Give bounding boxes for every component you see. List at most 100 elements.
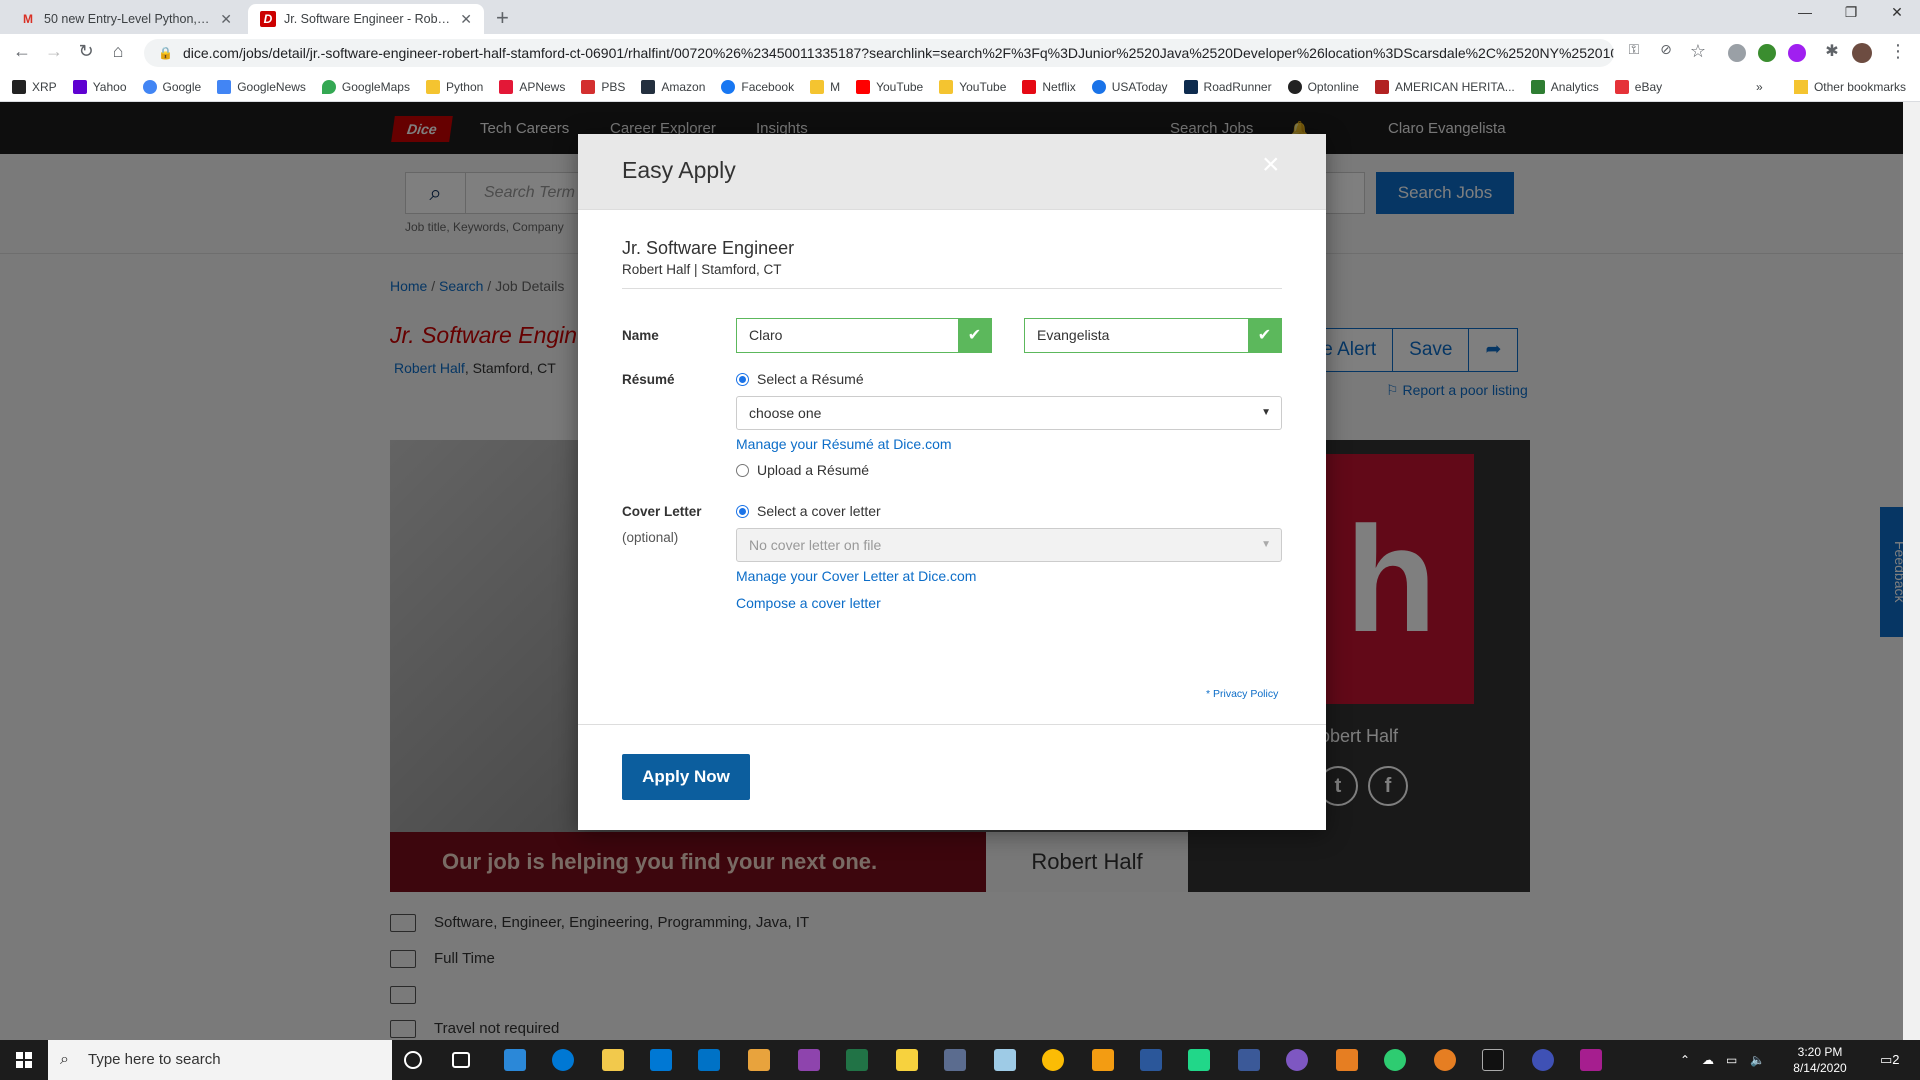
tray-chevron-icon[interactable]: ⌃ bbox=[1680, 1040, 1690, 1080]
resume-dropdown[interactable]: choose one ▼ bbox=[736, 396, 1282, 430]
select-cover-letter-radio[interactable]: Select a cover letter bbox=[736, 503, 881, 519]
bookmark-item[interactable]: Optonline bbox=[1287, 79, 1359, 94]
page-scrollbar[interactable] bbox=[1903, 102, 1920, 1040]
tracking-icon[interactable]: ⊘ bbox=[1654, 41, 1678, 58]
bookmark-item[interactable]: USAToday bbox=[1091, 79, 1168, 94]
tab-label: 50 new Entry-Level Python, HTML bbox=[44, 12, 212, 26]
notifications-icon[interactable]: ▭2 bbox=[1880, 1040, 1900, 1080]
bookmark-item[interactable]: Netflix bbox=[1022, 79, 1076, 94]
cloud-icon[interactable]: ☁ bbox=[1702, 1040, 1714, 1080]
tab-dice-job[interactable]: D Jr. Software Engineer - Robert Ha ✕ bbox=[248, 4, 484, 34]
back-icon[interactable]: ← bbox=[10, 41, 34, 62]
home-icon[interactable]: ⌂ bbox=[106, 41, 130, 62]
bookmark-item[interactable]: AMERICAN HERITA... bbox=[1374, 79, 1515, 94]
mail-icon[interactable] bbox=[698, 1049, 720, 1071]
close-window-button[interactable]: ✕ bbox=[1874, 4, 1920, 21]
pycharm-icon[interactable] bbox=[1188, 1049, 1210, 1071]
bookmark-item[interactable]: Python bbox=[425, 79, 483, 94]
bookmark-icon bbox=[581, 79, 596, 94]
apply-now-button[interactable]: Apply Now bbox=[622, 754, 750, 800]
forward-icon[interactable]: → bbox=[42, 41, 66, 62]
app-icon[interactable] bbox=[504, 1049, 526, 1071]
bookmark-item[interactable]: PBS bbox=[581, 79, 625, 94]
bookmark-item[interactable]: GoogleNews bbox=[217, 79, 306, 94]
cover-letter-dropdown[interactable]: No cover letter on file ▼ bbox=[736, 528, 1282, 562]
bookmark-item[interactable]: Yahoo bbox=[72, 79, 127, 94]
key-icon[interactable]: ⚿ bbox=[1622, 41, 1646, 58]
bookmark-icon bbox=[12, 79, 26, 94]
file-explorer-icon[interactable] bbox=[602, 1049, 624, 1071]
bookmark-item[interactable]: APNews bbox=[499, 79, 565, 94]
close-tab-icon[interactable]: ✕ bbox=[220, 11, 232, 28]
app-icon[interactable] bbox=[1434, 1049, 1456, 1071]
terminal-icon[interactable] bbox=[1482, 1049, 1504, 1071]
last-name-field[interactable]: ✔ bbox=[1024, 318, 1282, 353]
word-icon[interactable] bbox=[1140, 1049, 1162, 1071]
manage-cover-letter-link[interactable]: Manage your Cover Letter at Dice.com bbox=[736, 568, 976, 584]
sticky-notes-icon[interactable] bbox=[896, 1049, 918, 1071]
bookmarks-overflow-icon[interactable]: » bbox=[1756, 80, 1763, 94]
first-name-input[interactable] bbox=[749, 327, 949, 343]
bookmark-item[interactable]: YouTube bbox=[939, 79, 1006, 94]
cover-letter-optional: (optional) bbox=[622, 530, 679, 545]
chrome-icon[interactable] bbox=[1042, 1049, 1064, 1071]
bookmark-item[interactable]: Amazon bbox=[641, 79, 705, 94]
extension-icon[interactable] bbox=[1758, 44, 1776, 62]
other-bookmarks[interactable]: Other bookmarks bbox=[1793, 80, 1906, 94]
cortana-icon[interactable] bbox=[404, 1051, 422, 1069]
bookmark-item[interactable]: YouTube bbox=[856, 79, 923, 94]
clock-date: 8/14/2020 bbox=[1793, 1061, 1847, 1075]
taskbar-search[interactable]: ⌕ Type here to search bbox=[48, 1040, 392, 1080]
bookmark-item[interactable]: Analytics bbox=[1530, 79, 1599, 94]
bookmark-item[interactable]: RoadRunner bbox=[1183, 79, 1272, 94]
app-icon[interactable] bbox=[1336, 1049, 1358, 1071]
upload-resume-radio[interactable]: Upload a Résumé bbox=[736, 462, 869, 478]
privacy-policy-link[interactable]: * Privacy Policy bbox=[1206, 688, 1278, 700]
menu-kebab-icon[interactable]: ⋮ bbox=[1886, 41, 1910, 62]
app-icon[interactable] bbox=[1384, 1049, 1406, 1071]
netflix-icon bbox=[1022, 79, 1037, 94]
edge-icon[interactable] bbox=[552, 1049, 574, 1071]
bookmark-item[interactable]: M bbox=[810, 79, 840, 94]
first-name-field[interactable]: ✔ bbox=[736, 318, 992, 353]
sublime-icon[interactable] bbox=[1092, 1049, 1114, 1071]
bookmark-item[interactable]: eBay bbox=[1614, 79, 1662, 94]
extension-icon[interactable] bbox=[1728, 44, 1746, 62]
last-name-input[interactable] bbox=[1037, 327, 1237, 343]
tab-gmail[interactable]: M 50 new Entry-Level Python, HTML ✕ bbox=[8, 4, 244, 34]
store-icon[interactable] bbox=[650, 1049, 672, 1071]
bookmark-star-icon[interactable]: ☆ bbox=[1686, 41, 1710, 62]
bookmark-item[interactable]: Google bbox=[142, 79, 201, 94]
close-icon[interactable]: × bbox=[1262, 150, 1280, 180]
start-button[interactable] bbox=[0, 1040, 48, 1080]
bookmark-item[interactable]: XRP bbox=[12, 79, 57, 94]
bookmark-item[interactable]: Facebook bbox=[721, 79, 794, 94]
reload-icon[interactable]: ↻ bbox=[74, 41, 98, 62]
avatar[interactable] bbox=[1852, 43, 1872, 63]
app-icon[interactable] bbox=[1532, 1049, 1554, 1071]
intellij-icon[interactable] bbox=[1580, 1049, 1602, 1071]
paint-icon[interactable] bbox=[798, 1049, 820, 1071]
manage-resume-link[interactable]: Manage your Résumé at Dice.com bbox=[736, 436, 952, 452]
select-resume-radio[interactable]: Select a Résumé bbox=[736, 371, 864, 387]
app-icon[interactable] bbox=[1238, 1049, 1260, 1071]
extension-icon[interactable] bbox=[1788, 44, 1806, 62]
new-tab-button[interactable]: + bbox=[496, 5, 509, 31]
media-icon[interactable] bbox=[748, 1049, 770, 1071]
compose-cover-letter-link[interactable]: Compose a cover letter bbox=[736, 595, 881, 611]
network-icon[interactable]: ▭ bbox=[1726, 1040, 1737, 1080]
close-tab-icon[interactable]: ✕ bbox=[460, 11, 472, 28]
restore-button[interactable]: ❐ bbox=[1828, 4, 1874, 21]
minimize-button[interactable]: — bbox=[1782, 4, 1828, 20]
task-view-icon[interactable] bbox=[452, 1052, 470, 1068]
app-icon[interactable] bbox=[994, 1049, 1016, 1071]
bookmark-item[interactable]: GoogleMaps bbox=[321, 79, 410, 94]
volume-icon[interactable]: 🔈 bbox=[1750, 1040, 1765, 1080]
taskbar: ⌕ Type here to search ⌃ ☁ ▭ 🔈 3:20 PM 8/… bbox=[0, 1040, 1920, 1080]
url-field[interactable]: 🔒 dice.com/jobs/detail/jr.-software-engi… bbox=[144, 39, 1614, 67]
app-icon[interactable] bbox=[944, 1049, 966, 1071]
clock[interactable]: 3:20 PM 8/14/2020 bbox=[1780, 1044, 1860, 1076]
excel-icon[interactable] bbox=[846, 1049, 868, 1071]
app-icon[interactable] bbox=[1286, 1049, 1308, 1071]
puzzle-icon[interactable]: ✱ bbox=[1820, 41, 1844, 61]
